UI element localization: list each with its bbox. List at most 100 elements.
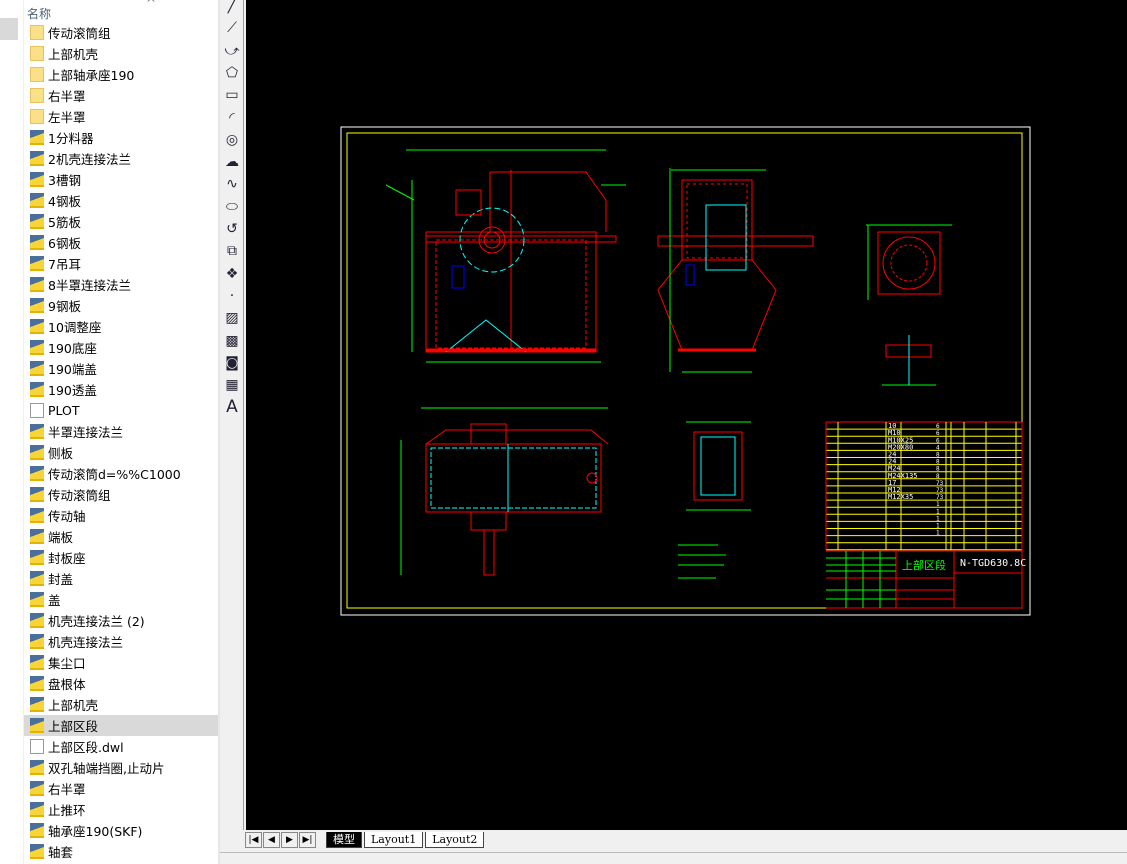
file-list-item[interactable]: 190透盖 <box>24 379 218 400</box>
file-list-item[interactable]: 半罩连接法兰 <box>24 421 218 442</box>
file-list-item[interactable]: 传动轴 <box>24 505 218 526</box>
tab-nav-prev-button[interactable]: ◀ <box>263 831 280 848</box>
make-block-icon[interactable]: ❖ <box>222 264 242 284</box>
file-name: 8半罩连接法兰 <box>48 278 131 293</box>
table-icon[interactable]: ▦ <box>222 375 242 395</box>
file-list-item[interactable]: 封板座 <box>24 547 218 568</box>
table-cell: 73 <box>936 487 944 494</box>
folder-icon <box>30 46 44 61</box>
file-list-item[interactable]: 传动滚筒组 <box>24 484 218 505</box>
hatch-icon[interactable]: ▨ <box>222 308 242 328</box>
file-name: 传动滚筒组 <box>48 26 111 41</box>
file-list-item[interactable]: 集尘口 <box>24 652 218 673</box>
file-list-item[interactable]: 190端盖 <box>24 358 218 379</box>
file-list-item[interactable]: 2机壳连接法兰 <box>24 148 218 169</box>
parts-list: 10M10M10X25M20X802424M24M24X13517M12M12X… <box>825 421 1023 609</box>
file-name: 3槽钢 <box>48 173 81 188</box>
file-name: 190端盖 <box>48 362 97 377</box>
file-name: 传动滚筒d=%%C1000 <box>48 467 181 482</box>
file-list-item[interactable]: 10调整座 <box>24 316 218 337</box>
dwg-file-icon <box>30 571 44 586</box>
file-list-item[interactable]: 上部机壳 <box>24 43 218 64</box>
file-list-item[interactable]: 4钢板 <box>24 190 218 211</box>
dwg-file-icon <box>30 802 44 817</box>
file-name: 集尘口 <box>48 656 86 671</box>
dwg-file-icon <box>30 718 44 733</box>
dwg-file-icon <box>30 340 44 355</box>
file-list-item[interactable]: 双孔轴端挡圈,止动片 <box>24 757 218 778</box>
file-list-item[interactable]: 止推环 <box>24 799 218 820</box>
multiline-text-icon[interactable]: A <box>222 397 242 417</box>
dwg-file-icon <box>30 151 44 166</box>
file-list-item[interactable]: 上部区段 <box>24 715 218 736</box>
detail-view <box>678 421 751 579</box>
file-list-item[interactable]: 机壳连接法兰 (2) <box>24 610 218 631</box>
file-list-item[interactable]: 6钢板 <box>24 232 218 253</box>
polygon-icon[interactable]: ⬠ <box>222 63 242 83</box>
layout-tab[interactable]: 模型 <box>326 831 362 848</box>
tab-nav-first-button[interactable]: |◀ <box>245 831 262 848</box>
dwg-file-icon <box>30 172 44 187</box>
region-icon[interactable]: ◙ <box>222 353 242 373</box>
point-icon[interactable]: · <box>222 286 242 306</box>
revision-cloud-icon[interactable]: ☁ <box>222 152 242 172</box>
insert-block-icon[interactable]: ⧉ <box>222 241 242 261</box>
file-list-item[interactable]: 上部机壳 <box>24 694 218 715</box>
gradient-icon[interactable]: ▩ <box>222 331 242 351</box>
dwg-file-icon <box>30 466 44 481</box>
tab-nav-next-button[interactable]: ▶ <box>281 831 298 848</box>
table-cell: 6 <box>936 423 940 430</box>
circle-icon[interactable]: ◎ <box>222 130 242 150</box>
line-icon[interactable]: ╱ <box>222 0 242 16</box>
file-list-item[interactable]: 封盖 <box>24 568 218 589</box>
file-list-item[interactable]: 轴套 <box>24 841 218 862</box>
ellipse-arc-icon[interactable]: ↺ <box>222 219 242 239</box>
file-list-item[interactable]: 右半罩 <box>24 85 218 106</box>
file-name: 盘根体 <box>48 677 86 692</box>
sort-ascending-icon[interactable]: ^ <box>146 0 156 10</box>
file-list-item[interactable]: 8半罩连接法兰 <box>24 274 218 295</box>
construction-line-icon[interactable]: ⟋ <box>222 18 242 38</box>
layout-tabs-bar: |◀ ◀ ▶ ▶| 模型 Layout1 Layout2 <box>244 830 1127 849</box>
column-header-name[interactable]: 名称 <box>27 5 51 22</box>
file-icon <box>30 403 44 418</box>
file-list-item[interactable]: 传动滚筒组 <box>24 22 218 43</box>
file-name: 盖 <box>48 593 61 608</box>
file-list-item[interactable]: 上部轴承座190 <box>24 64 218 85</box>
dwg-file-icon <box>30 676 44 691</box>
file-icon <box>30 739 44 754</box>
file-name: 端板 <box>48 530 74 545</box>
ellipse-icon[interactable]: ⬭ <box>222 197 242 217</box>
file-list-item[interactable]: 盘根体 <box>24 673 218 694</box>
draw-toolbar: ╱ ⟋ ⤻ ⬠ ▭ ◜ ◎ ☁ ∿ ⬭ ↺ ⧉ ❖ · ▨ ▩ ◙ ▦ A <box>220 0 244 830</box>
file-list-item[interactable]: 左半罩 <box>24 106 218 127</box>
file-name: 机壳连接法兰 (2) <box>48 614 145 629</box>
file-list-item[interactable]: 侧板 <box>24 442 218 463</box>
file-list-item[interactable]: 右半罩 <box>24 778 218 799</box>
file-list-item[interactable]: 9钢板 <box>24 295 218 316</box>
layout-tab[interactable]: Layout1 <box>364 831 424 848</box>
file-list-item[interactable]: 传动滚筒d=%%C1000 <box>24 463 218 484</box>
drawing-title: 上部区段 <box>902 558 946 572</box>
file-list-item[interactable]: 端板 <box>24 526 218 547</box>
layout-tab[interactable]: Layout2 <box>425 831 485 848</box>
file-list-item[interactable]: 盖 <box>24 589 218 610</box>
table-cell: M12X35 <box>888 493 913 501</box>
file-list-item[interactable]: 7吊耳 <box>24 253 218 274</box>
folder-icon <box>30 25 44 40</box>
file-list-item[interactable]: 3槽钢 <box>24 169 218 190</box>
file-list-item[interactable]: 190底座 <box>24 337 218 358</box>
file-name: 传动轴 <box>48 509 86 524</box>
file-list-item[interactable]: 上部区段.dwl <box>24 736 218 757</box>
file-list-item[interactable]: PLOT <box>24 400 218 421</box>
file-list-item[interactable]: 轴承座190(SKF) <box>24 820 218 841</box>
file-list-item[interactable]: 1分料器 <box>24 127 218 148</box>
arc-icon[interactable]: ◜ <box>222 108 242 128</box>
drawing-canvas[interactable]: 10 M10 M10X25 M20X80 24 24 M24 M24X135 17 M12 M12X… <box>246 0 1127 830</box>
file-list-item[interactable]: 5筋板 <box>24 211 218 232</box>
tab-nav-last-button[interactable]: ▶| <box>299 831 316 848</box>
polyline-icon[interactable]: ⤻ <box>222 41 242 61</box>
rectangle-icon[interactable]: ▭ <box>222 85 242 105</box>
file-list-item[interactable]: 机壳连接法兰 <box>24 631 218 652</box>
spline-icon[interactable]: ∿ <box>222 174 242 194</box>
